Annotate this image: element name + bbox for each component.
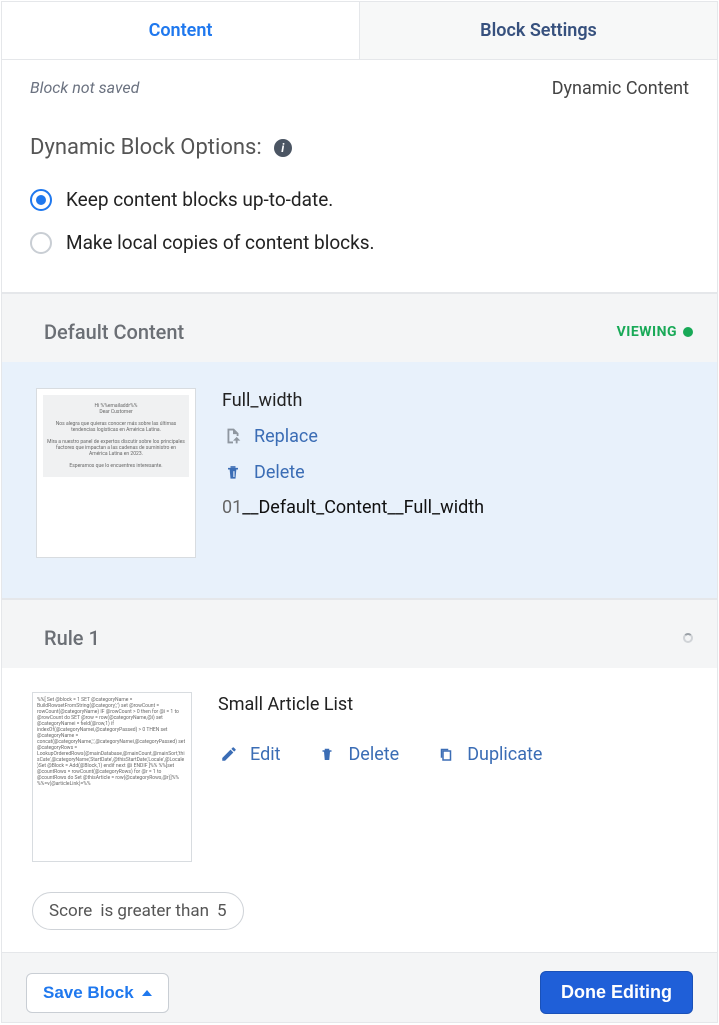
- content-thumbnail[interactable]: %%[ Set @block = 1 SET @categoryName = B…: [32, 692, 192, 862]
- pill-field: Score: [49, 901, 92, 921]
- replace-button[interactable]: Replace: [222, 421, 484, 451]
- radio-local-copies[interactable]: Make local copies of content blocks.: [30, 221, 689, 264]
- duplicate-label: Duplicate: [467, 744, 542, 765]
- content-title: Full_width: [222, 390, 484, 411]
- delete-button[interactable]: Delete: [316, 739, 399, 769]
- section-title: Default Content: [44, 320, 184, 344]
- tab-bar: Content Block Settings: [2, 2, 717, 60]
- delete-button[interactable]: Delete: [222, 457, 484, 487]
- loading-spinner-icon: [683, 633, 693, 643]
- section-header: Rule 1: [2, 599, 717, 668]
- options-title: Dynamic Block Options:: [30, 135, 262, 160]
- content-identifier: 01__Default_Content__Full_width: [222, 497, 484, 518]
- duplicate-icon: [435, 743, 457, 765]
- trash-icon: [316, 743, 338, 765]
- tab-content[interactable]: Content: [2, 2, 360, 59]
- default-content-section: Default Content VIEWING Hi %%emailaddr%%…: [2, 292, 717, 598]
- viewing-badge: VIEWING: [617, 324, 693, 340]
- delete-label: Delete: [348, 744, 399, 765]
- options-header: Dynamic Block Options: i: [2, 99, 717, 174]
- dynamic-content-label: Dynamic Content: [552, 78, 689, 99]
- radio-label: Make local copies of content blocks.: [66, 231, 375, 254]
- block-not-saved-label: Block not saved: [30, 78, 139, 99]
- section-title: Rule 1: [44, 626, 100, 650]
- rule-content-card: %%[ Set @block = 1 SET @categoryName = B…: [2, 668, 717, 870]
- replace-label: Replace: [254, 426, 318, 447]
- rule-condition-pill[interactable]: Score is greater than 5: [32, 892, 244, 930]
- done-editing-button[interactable]: Done Editing: [540, 971, 693, 1014]
- radio-keep-updated[interactable]: Keep content blocks up-to-date.: [30, 178, 689, 221]
- save-label: Save Block: [43, 983, 134, 1003]
- duplicate-button[interactable]: Duplicate: [435, 739, 542, 769]
- viewing-label: VIEWING: [617, 324, 677, 340]
- pill-value: 5: [217, 901, 227, 921]
- content-thumbnail[interactable]: Hi %%emailaddr%%Dear Customer Nos alegra…: [36, 388, 196, 558]
- topbar: Block not saved Dynamic Content: [2, 60, 717, 99]
- status-dot-icon: [683, 327, 693, 337]
- radio-indicator: [30, 232, 52, 254]
- content-title: Small Article List: [218, 694, 542, 715]
- replace-icon: [222, 425, 244, 447]
- rule-section: Rule 1 %%[ Set @block = 1 SET @categoryN…: [2, 598, 717, 952]
- radio-group: Keep content blocks up-to-date. Make loc…: [2, 174, 717, 292]
- save-block-button[interactable]: Save Block: [26, 973, 169, 1013]
- edit-label: Edit: [250, 744, 280, 765]
- delete-label: Delete: [254, 462, 305, 483]
- block-editor-panel: Content Block Settings Block not saved D…: [1, 1, 718, 1023]
- radio-indicator: [30, 189, 52, 211]
- caret-up-icon: [142, 990, 152, 996]
- card-details: Small Article List Edit Delete: [218, 692, 542, 769]
- radio-label: Keep content blocks up-to-date.: [66, 188, 333, 211]
- trash-icon: [222, 461, 244, 483]
- pill-operator: is greater than: [100, 901, 209, 921]
- footer-bar: Save Block Done Editing: [2, 952, 717, 1023]
- info-icon[interactable]: i: [274, 139, 292, 157]
- rule-actions: Edit Delete Duplicate: [218, 739, 542, 769]
- pencil-icon: [218, 743, 240, 765]
- card-details: Full_width Replace Delete 01__Default_Co…: [222, 388, 484, 518]
- edit-button[interactable]: Edit: [218, 739, 280, 769]
- tab-block-settings[interactable]: Block Settings: [360, 2, 717, 59]
- section-header: Default Content VIEWING: [2, 293, 717, 362]
- default-content-card: Hi %%emailaddr%%Dear Customer Nos alegra…: [2, 362, 717, 598]
